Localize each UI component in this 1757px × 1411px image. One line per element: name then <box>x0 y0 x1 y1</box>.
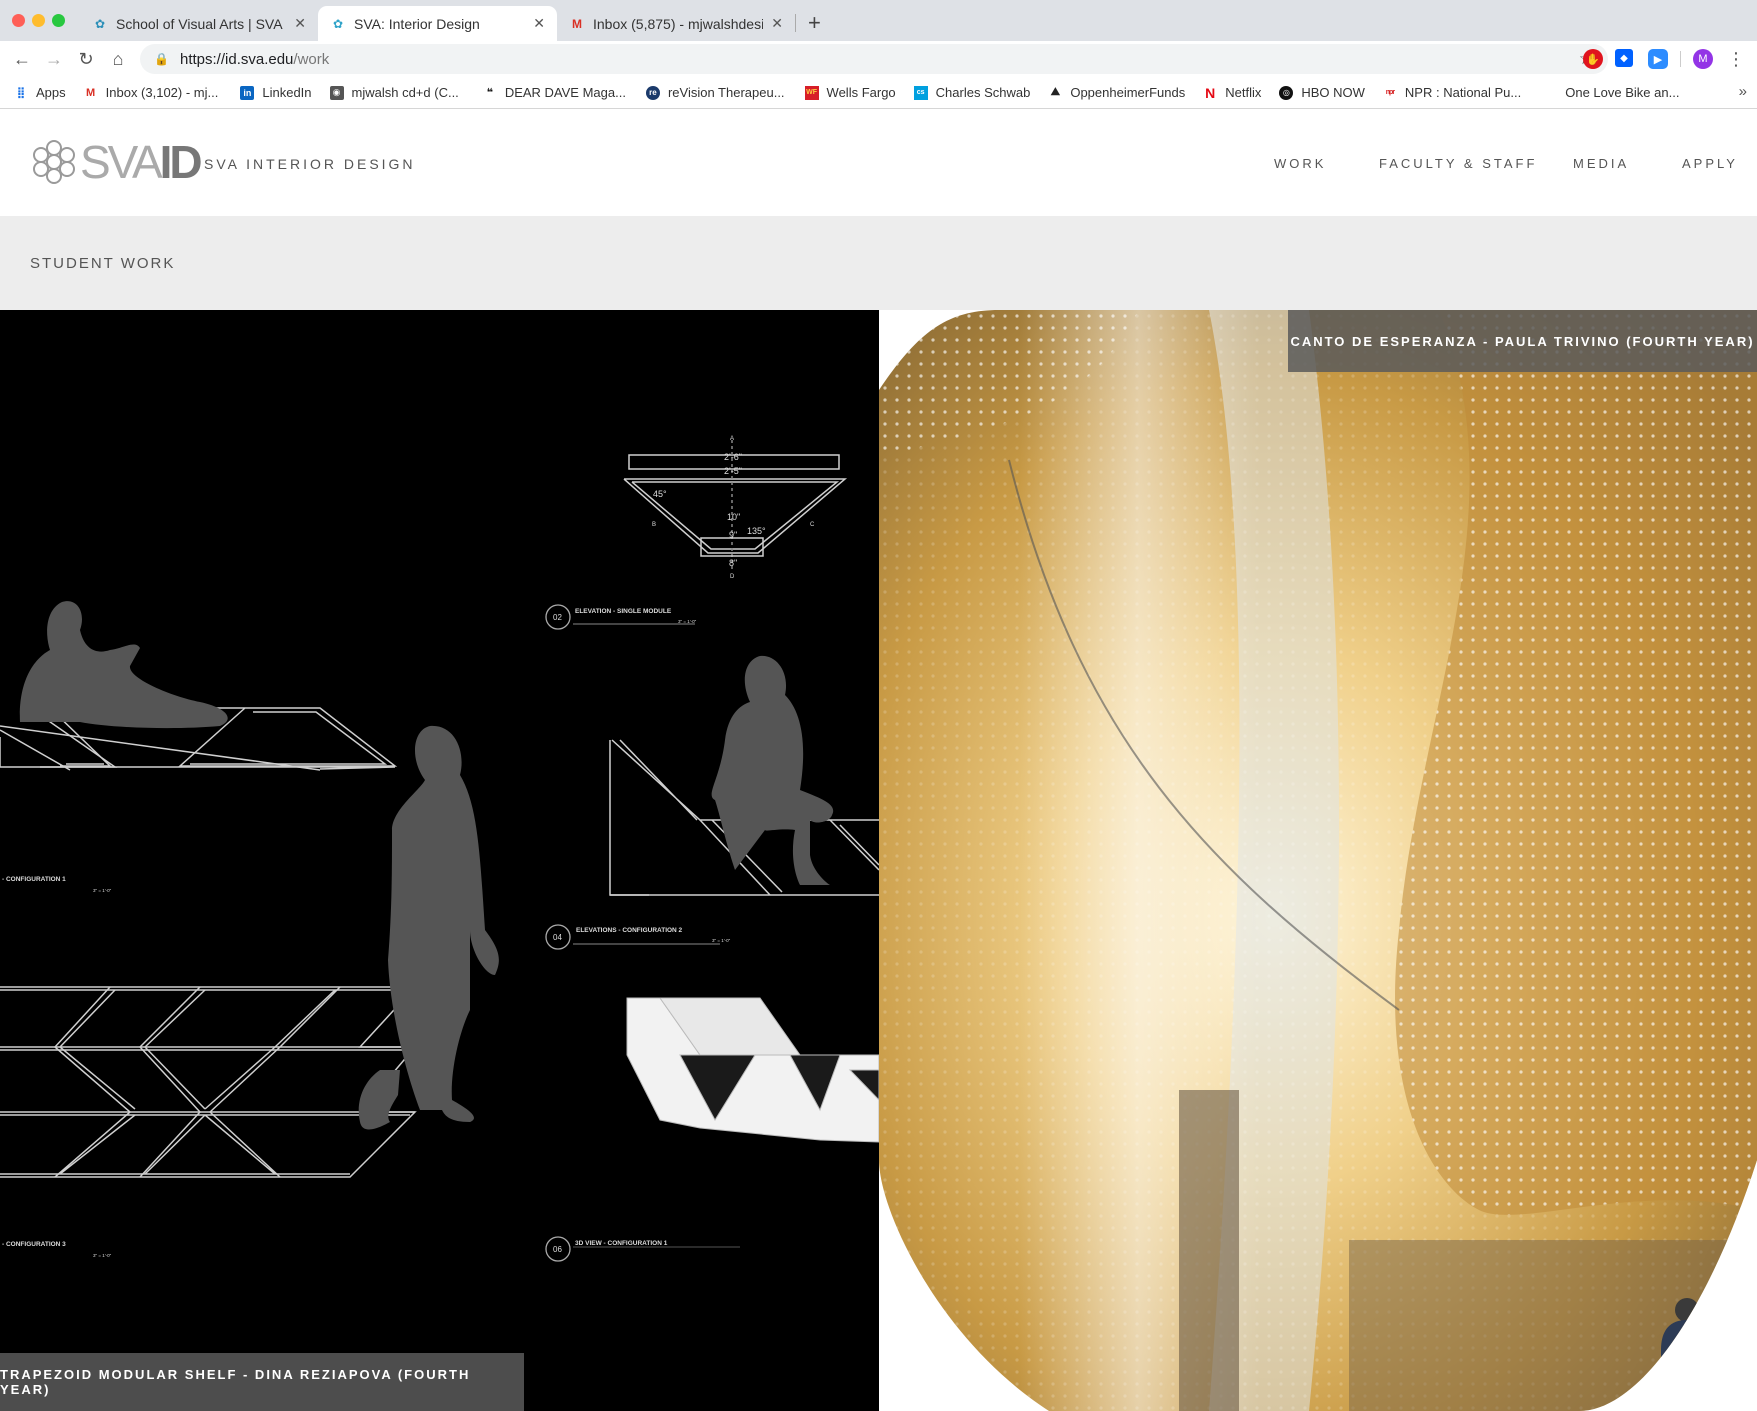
url-path: /work <box>293 50 330 68</box>
angle-label: 45° <box>653 489 667 499</box>
drawing-number: 06 <box>553 1245 562 1254</box>
drawing-title: ELEVATION - SINGLE MODULE <box>575 608 672 615</box>
home-icon[interactable]: ⌂ <box>106 47 130 71</box>
chrome-menu-icon[interactable]: ⋮ <box>1724 47 1748 71</box>
speech-bubble-icon: ❝ <box>486 87 494 99</box>
dim-label: 2'-6" <box>724 452 742 462</box>
apps-grid-icon: ⣿ <box>16 87 26 99</box>
tab-sva-interior-design[interactable]: ✿ SVA: Interior Design ✕ <box>318 6 557 41</box>
image-caption-left: TRAPEZOID MODULAR SHELF - DINA REZIAPOVA… <box>0 1353 524 1411</box>
browser-toolbar: ← → ↻ ⌂ 🔒 https://id.sva.edu/work ☆ ✋ ◆ … <box>0 41 1757 77</box>
forward-arrow-icon[interactable]: → <box>42 47 66 71</box>
close-tab-icon[interactable]: ✕ <box>294 15 306 32</box>
image-caption-right: CANTO DE ESPERANZA - PAULA TRIVINO (FOUR… <box>1288 310 1757 372</box>
bookmarks-overflow-icon[interactable]: » <box>1739 83 1747 100</box>
bookmark-oppenheimer[interactable]: ⛰ OppenheimerFunds <box>1048 85 1186 100</box>
zoom-extension-icon[interactable]: ▶ <box>1648 49 1668 69</box>
bookmark-one-love[interactable]: One Love Bike an... <box>1565 85 1679 100</box>
bookmark-netflix[interactable]: N Netflix <box>1203 84 1261 101</box>
drawing-title: - CONFIGURATION 1 <box>2 876 66 883</box>
hbo-icon: ◎ <box>1279 85 1294 100</box>
gmail-icon: M <box>86 86 96 99</box>
dim-label: 2'-5" <box>724 466 742 476</box>
url-host: https://id.sva.edu <box>180 50 294 68</box>
bookmarks-bar: ⣿ Apps M Inbox (3,102) - mj... in LinkedIn … <box>0 77 1757 109</box>
gallery-image-trapezoid-shelf[interactable]: 2'-6" 2'-5" 45° 10" 9" 135° 8" A B C D 0… <box>0 310 879 1411</box>
reload-icon[interactable]: ↻ <box>74 47 98 71</box>
drawing-scale: 3" = 1'-0" <box>93 1253 112 1258</box>
netflix-icon: N <box>1205 84 1216 101</box>
page-title: STUDENT WORK <box>30 255 176 272</box>
drawing-title: ELEVATIONS - CONFIGURATION 2 <box>576 927 683 934</box>
revision-icon: re <box>645 85 660 100</box>
flower-logo-icon <box>33 140 75 184</box>
npr-icon: npr <box>1385 89 1395 96</box>
profile-avatar[interactable]: M <box>1693 49 1713 69</box>
bookmark-npr[interactable]: npr NPR : National Pu... <box>1383 85 1521 100</box>
bookmark-mjwalsh[interactable]: ◉ mjwalsh cd+d (C... <box>329 85 459 100</box>
oppenheimer-icon: ⛰ <box>1050 86 1060 98</box>
drawing-number: 04 <box>553 933 562 942</box>
angle-label: 135° <box>747 526 766 536</box>
address-bar[interactable]: 🔒 https://id.sva.edu/work ☆ <box>140 44 1608 74</box>
drawing-scale: 3" = 1'-0" <box>93 888 112 893</box>
nav-apply[interactable]: APPLY <box>1682 156 1738 171</box>
browser-tab-bar: ✿ School of Visual Arts | SVA | Ne ✕ ✿ S… <box>0 0 1757 41</box>
shelf-drawing: 2'-6" 2'-5" 45° 10" 9" 135° 8" A B C D 0… <box>0 436 879 1262</box>
new-tab-button[interactable]: + <box>808 10 821 36</box>
tab-inbox[interactable]: M Inbox (5,875) - mjwalshdesign ✕ <box>557 6 795 41</box>
window-zoom-button[interactable] <box>52 14 65 27</box>
bookmark-apps[interactable]: ⣿ Apps <box>14 85 66 100</box>
nav-faculty-staff[interactable]: FACULTY & STAFF <box>1379 156 1537 171</box>
dim-label: 10" <box>727 512 740 522</box>
bookmark-hbo-now[interactable]: ◎ HBO NOW <box>1279 85 1365 100</box>
dropbox-extension-icon[interactable]: ◆ <box>1615 49 1633 67</box>
point-label: A <box>730 436 734 442</box>
window-close-button[interactable] <box>12 14 25 27</box>
tab-school-of-visual-arts[interactable]: ✿ School of Visual Arts | SVA | Ne ✕ <box>80 6 318 41</box>
adblock-extension-icon[interactable]: ✋ <box>1583 49 1603 69</box>
tab-divider <box>795 14 796 32</box>
drawing-number: 02 <box>553 613 562 622</box>
dim-label: 8" <box>729 558 737 568</box>
sva-id-favicon-icon: ✿ <box>332 16 344 31</box>
close-tab-icon[interactable]: ✕ <box>533 15 545 32</box>
site-logo[interactable]: SVAID <box>30 136 203 188</box>
dim-label: 9" <box>729 530 737 540</box>
drawing-scale: 3" = 1'-0" <box>712 938 731 943</box>
bookmark-wells-fargo[interactable]: WF Wells Fargo <box>804 85 896 100</box>
canto-render-image <box>879 310 1757 1411</box>
bookmark-charles-schwab[interactable]: cs Charles Schwab <box>913 85 1030 100</box>
schwab-icon: cs <box>913 85 928 100</box>
drawing-title: 3D VIEW - CONFIGURATION 1 <box>575 1240 668 1247</box>
bookmark-revision[interactable]: re reVision Therapeu... <box>645 85 785 100</box>
close-tab-icon[interactable]: ✕ <box>771 15 783 32</box>
drawing-scale: 3" = 1'-0" <box>678 619 697 624</box>
camera-icon: ◉ <box>329 85 344 100</box>
site-header: SVAID SVA INTERIOR DESIGN WORK FACULTY &… <box>0 109 1757 216</box>
linkedin-icon: in <box>240 85 255 100</box>
sva-favicon-icon: ✿ <box>94 16 106 31</box>
section-header: STUDENT WORK <box>0 216 1757 310</box>
site-tagline: SVA INTERIOR DESIGN <box>204 156 416 172</box>
bookmark-linkedin[interactable]: in LinkedIn <box>240 85 312 100</box>
point-label: D <box>730 574 735 580</box>
nav-work[interactable]: WORK <box>1274 156 1326 171</box>
logo-wordmark: SVAID <box>80 136 203 188</box>
gmail-icon: M <box>572 16 582 31</box>
nav-media[interactable]: MEDIA <box>1573 156 1629 171</box>
bookmark-dear-dave[interactable]: ❝ DEAR DAVE Maga... <box>483 85 626 100</box>
toolbar-divider <box>1680 51 1681 67</box>
lock-icon: 🔒 <box>154 52 169 66</box>
point-label: C <box>810 522 815 528</box>
point-label: B <box>652 522 656 528</box>
back-arrow-icon[interactable]: ← <box>10 47 34 71</box>
bookmark-inbox[interactable]: M Inbox (3,102) - mj... <box>84 85 218 100</box>
gallery-image-canto-de-esperanza[interactable]: CANTO DE ESPERANZA - PAULA TRIVINO (FOUR… <box>879 310 1757 1411</box>
wells-fargo-icon: WF <box>804 85 819 100</box>
window-minimize-button[interactable] <box>32 14 45 27</box>
drawing-title: - CONFIGURATION 3 <box>2 1241 66 1248</box>
